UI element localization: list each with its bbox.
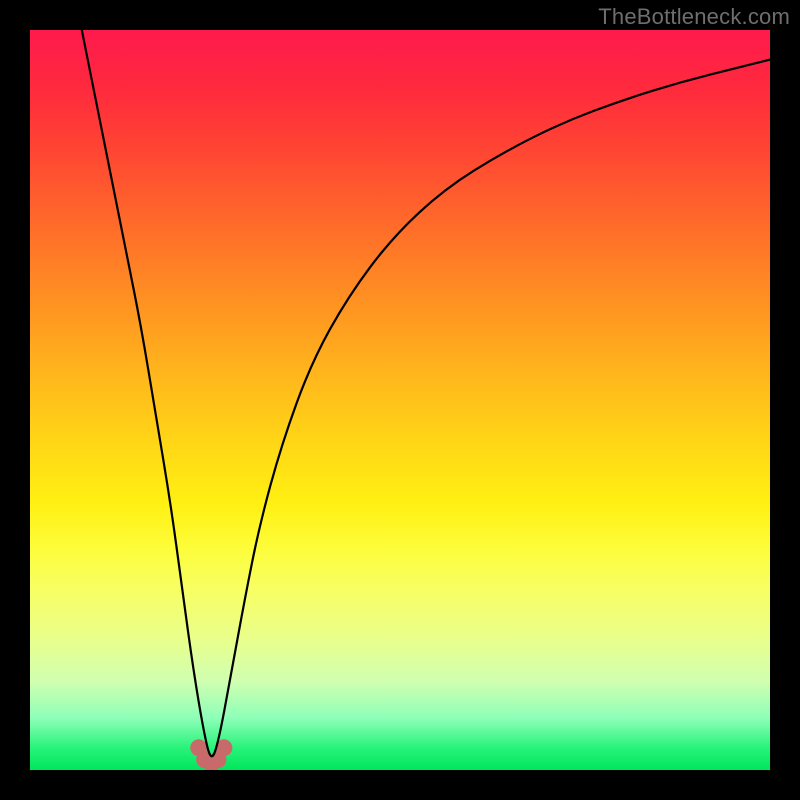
min-highlight-markers bbox=[190, 739, 232, 770]
plot-svg bbox=[30, 30, 770, 770]
watermark-text: TheBottleneck.com bbox=[598, 4, 790, 30]
bottleneck-curve bbox=[82, 30, 770, 756]
plot-frame bbox=[30, 30, 770, 770]
